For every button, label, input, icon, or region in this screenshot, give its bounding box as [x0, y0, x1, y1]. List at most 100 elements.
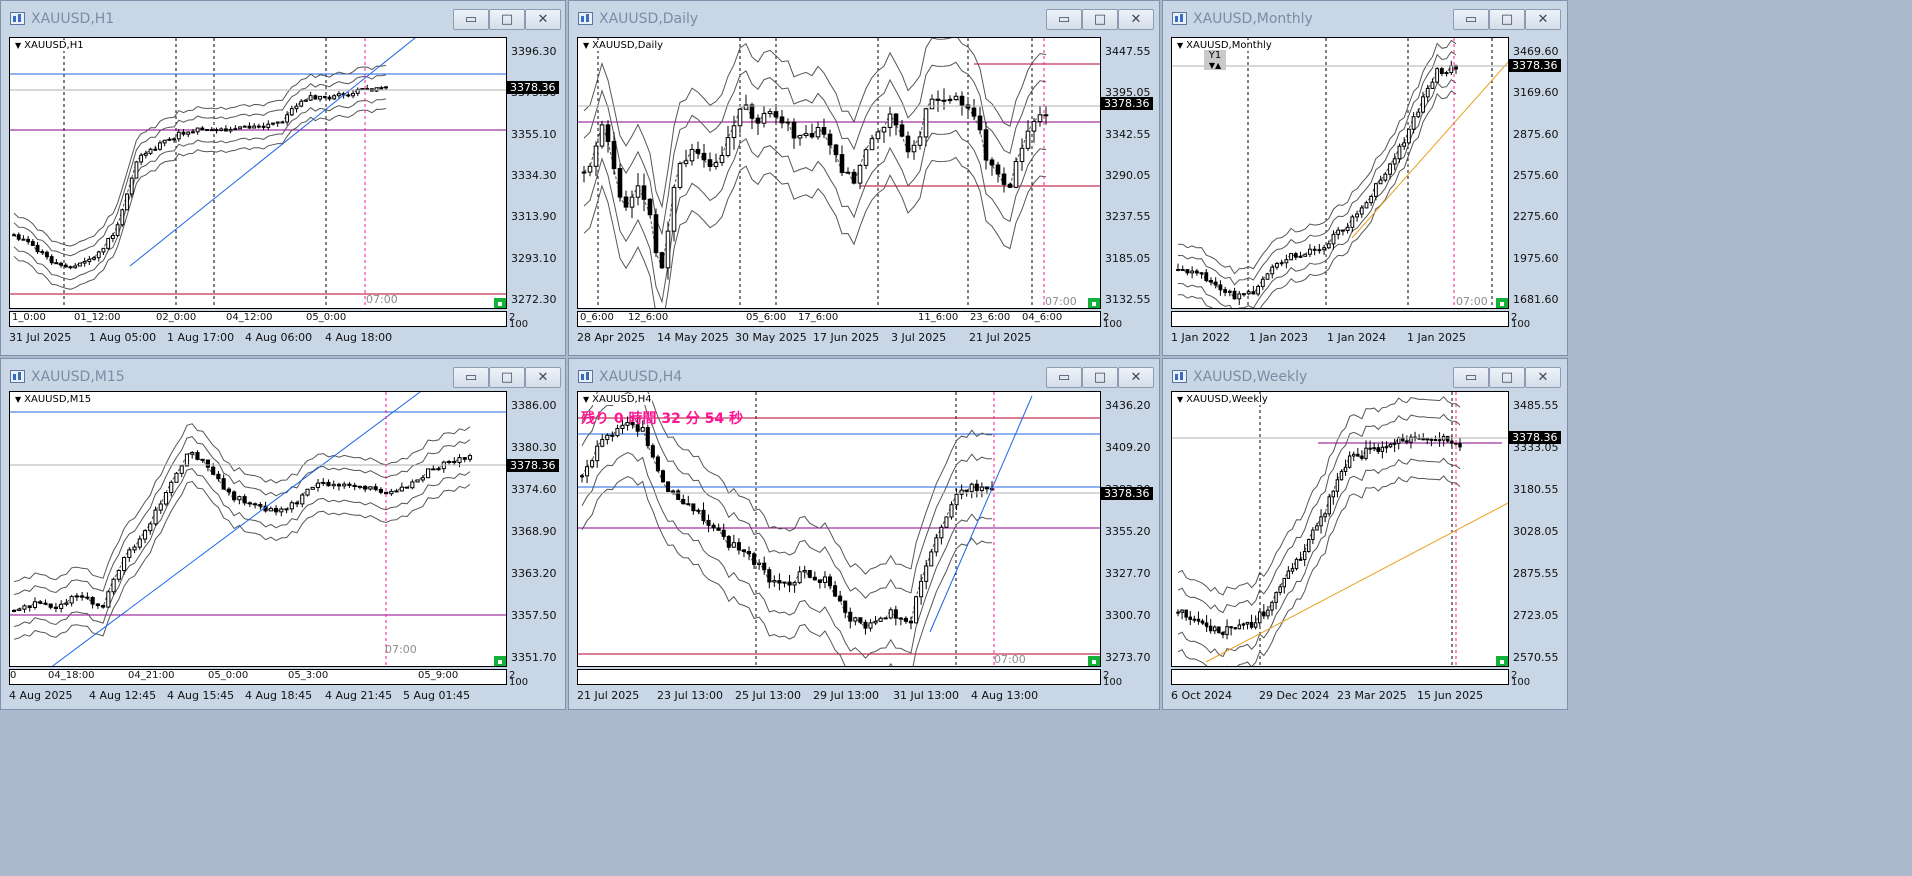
separator-label-0: 0 [10, 670, 17, 681]
titlebar[interactable]: XAUUSD,Weekly ▭ □ ✕ [1163, 359, 1567, 395]
candle-body [87, 258, 92, 263]
minimize-button[interactable]: ▭ [1453, 367, 1489, 388]
candle-body [410, 481, 415, 489]
candle-body [313, 95, 318, 100]
candle-body [467, 455, 473, 460]
autoscroll-icon[interactable] [494, 656, 506, 666]
candle-body [43, 602, 48, 605]
candle-body [205, 129, 209, 132]
maximize-button[interactable]: □ [1082, 9, 1118, 30]
candle-body [1025, 130, 1031, 149]
candle-body [1176, 268, 1180, 271]
autoscroll-icon[interactable] [1088, 298, 1100, 308]
close-button[interactable]: ✕ [1525, 9, 1561, 30]
candle-body [49, 256, 54, 264]
candle-body [914, 596, 919, 624]
chart-window-m15[interactable]: XAUUSD,M15 ▭ □ ✕ ▼ XAUUSD,M15 07:00 3386.… [0, 358, 566, 710]
sep-sub: 100 [1511, 677, 1531, 688]
candle-body [1373, 183, 1378, 197]
separator-label-4: 05_0:00 [306, 312, 347, 323]
maximize-button[interactable]: □ [1489, 9, 1525, 30]
candle-body [1013, 161, 1019, 188]
price-tick-0: 3396.30 [511, 45, 557, 58]
minimize-button[interactable]: ▭ [1046, 9, 1082, 30]
candle-body [827, 133, 833, 146]
maximize-button[interactable]: □ [1082, 367, 1118, 388]
price-tick-2: 3342.55 [1105, 127, 1151, 141]
price-chart[interactable]: ▼ XAUUSD,H4 残り 0 時間 32 分 54 秒 07:00 [577, 391, 1101, 667]
price-tick-5: 3185.05 [1105, 251, 1151, 265]
autoscroll-icon[interactable] [1088, 656, 1100, 666]
candle-body [821, 126, 827, 135]
band-line [13, 98, 387, 281]
candle-body [779, 116, 785, 124]
candle-body [167, 138, 172, 141]
chart-icon [10, 12, 25, 25]
price-tick-1: 3409.20 [1105, 441, 1151, 454]
candle-body [1019, 147, 1025, 163]
sep-sub: 100 [1511, 319, 1531, 330]
candle-body [125, 193, 129, 211]
trend-line [929, 395, 1033, 633]
minimize-button[interactable]: ▭ [1046, 367, 1082, 388]
price-chart[interactable]: ▼ XAUUSD,Weekly [1171, 391, 1509, 667]
titlebar[interactable]: XAUUSD,Daily ▭ □ ✕ [569, 1, 1159, 37]
candle-body [1368, 447, 1372, 450]
chart-window-weekly[interactable]: XAUUSD,Weekly ▭ □ ✕ ▼ XAUUSD,Weekly 3485.… [1162, 358, 1568, 710]
scale-badge[interactable]: Y1 ▼▲ [1204, 50, 1226, 70]
candle-body [833, 144, 839, 156]
autoscroll-icon[interactable] [494, 298, 506, 308]
chart-window-monthly[interactable]: XAUUSD,Monthly ▭ □ ✕ ▼ XAUUSD,Monthly Y1 … [1162, 0, 1568, 356]
titlebar[interactable]: XAUUSD,H4 ▭ □ ✕ [569, 359, 1159, 395]
close-button[interactable]: ✕ [525, 367, 561, 388]
candle-body [1221, 632, 1225, 636]
titlebar[interactable]: XAUUSD,H1 ▭ □ ✕ [1, 1, 565, 37]
price-chart[interactable]: ▼ XAUUSD,M15 07:00 [9, 391, 507, 667]
chart-window-h4[interactable]: XAUUSD,H4 ▭ □ ✕ ▼ XAUUSD,H4 残り 0 時間 32 分 … [568, 358, 1160, 710]
candle-body [137, 538, 142, 548]
time-tick-4: 3 Jul 2025 [891, 331, 947, 344]
candle-body [701, 152, 707, 161]
price-chart[interactable]: ▼ XAUUSD,Daily 07:00 [577, 37, 1101, 309]
dropdown-icon: ▼ [1177, 41, 1184, 50]
separator-label-2: 04_21:00 [128, 670, 175, 681]
minimize-button[interactable]: ▭ [1453, 9, 1489, 30]
candle-body [1406, 128, 1411, 144]
candle-body [817, 579, 822, 583]
candle-body [357, 485, 363, 488]
close-button[interactable]: ✕ [1118, 9, 1154, 30]
close-button[interactable]: ✕ [1525, 367, 1561, 388]
chart-window-daily[interactable]: XAUUSD,Daily ▭ □ ✕ ▼ XAUUSD,Daily 07:00 3… [568, 0, 1160, 356]
price-chart[interactable]: ▼ XAUUSD,H1 07:00 [9, 37, 507, 309]
minimize-button[interactable]: ▭ [453, 9, 489, 30]
candle-body [1184, 609, 1188, 618]
candle-body [857, 164, 863, 184]
candle-body [242, 496, 247, 504]
candle-body [587, 165, 593, 173]
autoscroll-icon[interactable] [1496, 298, 1508, 308]
titlebar[interactable]: XAUUSD,M15 ▭ □ ✕ [1, 359, 565, 395]
close-button[interactable]: ✕ [525, 9, 561, 30]
trend-line [1205, 502, 1508, 663]
candle-body [1294, 558, 1299, 570]
time-tick-1: 14 May 2025 [657, 331, 729, 344]
close-button[interactable]: ✕ [1118, 367, 1154, 388]
maximize-button[interactable]: □ [489, 367, 525, 388]
maximize-button[interactable]: □ [1489, 367, 1525, 388]
candle-body [924, 565, 929, 582]
candle-body [845, 171, 851, 174]
candle-body [676, 490, 681, 500]
candle-body [261, 125, 266, 128]
maximize-button[interactable]: □ [489, 9, 525, 30]
candle-body [995, 164, 1001, 175]
candle-body [893, 113, 899, 126]
candle-body [1245, 621, 1250, 625]
price-chart[interactable]: ▼ XAUUSD,Monthly Y1 ▼▲ 07:00 [1171, 37, 1509, 309]
candle-body [1433, 439, 1438, 442]
autoscroll-icon[interactable] [1496, 656, 1508, 666]
price-tick-5: 1975.60 [1513, 251, 1559, 265]
minimize-button[interactable]: ▭ [453, 367, 489, 388]
separator-label-5: 05_9:00 [418, 670, 459, 681]
titlebar[interactable]: XAUUSD,Monthly ▭ □ ✕ [1163, 1, 1567, 37]
chart-window-h1[interactable]: XAUUSD,H1 ▭ □ ✕ ▼ XAUUSD,H1 07:00 3396.30… [0, 0, 566, 356]
